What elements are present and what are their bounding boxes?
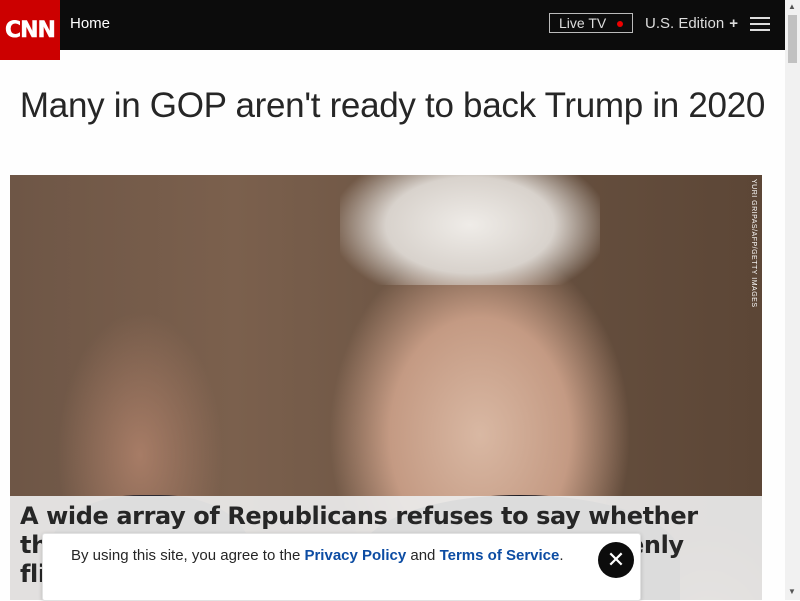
home-link[interactable]: Home <box>70 15 110 32</box>
edition-selector[interactable]: U.S. Edition + <box>645 15 738 32</box>
cookie-text: By using this site, you agree to the Pri… <box>71 547 564 564</box>
scrollbar[interactable]: ▲ ▼ <box>785 0 800 600</box>
close-icon[interactable]: ✕ <box>598 542 634 578</box>
privacy-policy-link[interactable]: Privacy Policy <box>304 547 406 564</box>
edition-label: U.S. Edition <box>645 15 725 32</box>
photo-credit: YURI GRIPAS/AFP/GETTY IMAGES <box>750 179 757 308</box>
hamburger-icon[interactable] <box>750 17 770 31</box>
scrollbar-thumb[interactable] <box>788 15 797 63</box>
top-nav: CNN Home Live TV U.S. Edition + <box>0 0 785 60</box>
article-headline: Many in GOP aren't ready to back Trump i… <box>19 86 766 125</box>
terms-of-service-link[interactable]: Terms of Service <box>440 547 560 564</box>
cookie-banner: By using this site, you agree to the Pri… <box>42 533 641 601</box>
live-tv-label: Live TV <box>559 15 607 31</box>
scroll-up-arrow-icon[interactable]: ▲ <box>788 2 796 11</box>
logo-text: CNN <box>5 17 56 43</box>
plus-icon: + <box>729 15 738 32</box>
scroll-down-arrow-icon[interactable]: ▼ <box>788 587 796 596</box>
live-tv-button[interactable]: Live TV <box>549 13 633 33</box>
cnn-logo[interactable]: CNN <box>0 0 60 60</box>
live-dot-icon <box>617 21 623 27</box>
